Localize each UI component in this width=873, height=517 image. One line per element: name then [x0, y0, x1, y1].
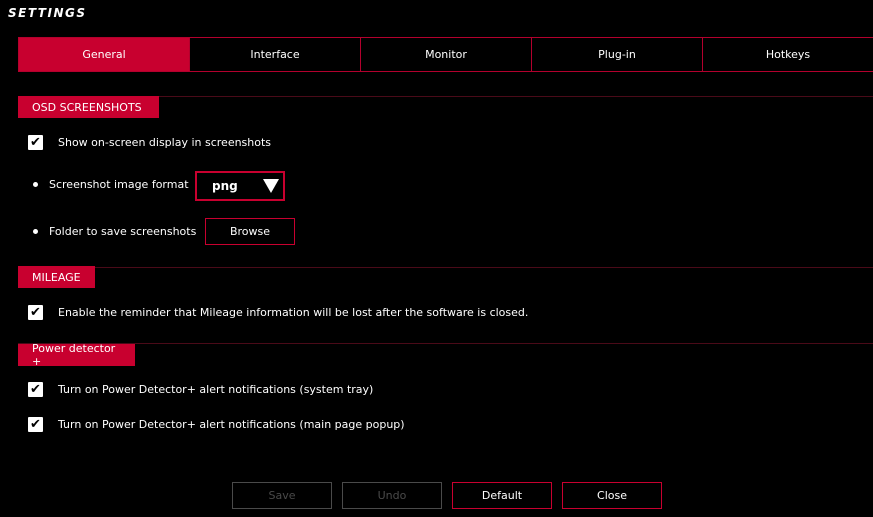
default-button[interactable]: Default [452, 482, 552, 509]
undo-button[interactable]: Undo [342, 482, 442, 509]
section-header-power: Power detector + [18, 342, 135, 368]
bullet-icon [33, 229, 38, 234]
dropdown-arrow-icon [263, 179, 279, 193]
checkmark-icon: ✔ [30, 135, 41, 150]
section-divider [18, 267, 873, 268]
folder-label: Folder to save screenshots [49, 225, 197, 238]
browse-button[interactable]: Browse [205, 218, 295, 245]
section-divider [18, 343, 873, 344]
checkmark-icon: ✔ [30, 417, 41, 432]
section-header-mileage: MILEAGE [18, 266, 95, 288]
format-label: Screenshot image format [49, 178, 189, 191]
checkmark-icon: ✔ [30, 305, 41, 320]
power-popup-checkbox[interactable]: ✔ [28, 417, 43, 432]
show-osd-checkbox[interactable]: ✔ [28, 135, 43, 150]
checkmark-icon: ✔ [30, 382, 41, 397]
tab-monitor[interactable]: Monitor [360, 37, 532, 72]
power-tray-checkbox[interactable]: ✔ [28, 382, 43, 397]
tab-interface[interactable]: Interface [189, 37, 361, 72]
image-format-select[interactable]: png [195, 171, 285, 201]
tab-bar: General Interface Monitor Plug-in Hotkey… [18, 37, 873, 72]
power-tray-row: ✔ Turn on Power Detector+ alert notifica… [28, 382, 373, 397]
window-title: SETTINGS [8, 6, 87, 20]
close-button[interactable]: Close [562, 482, 662, 509]
show-osd-row: ✔ Show on-screen display in screenshots [28, 135, 271, 150]
power-tray-label: Turn on Power Detector+ alert notificati… [58, 383, 374, 396]
mileage-reminder-label: Enable the reminder that Mileage informa… [58, 306, 529, 319]
tab-plug-in[interactable]: Plug-in [531, 37, 703, 72]
power-popup-row: ✔ Turn on Power Detector+ alert notifica… [28, 417, 405, 432]
bullet-icon [33, 182, 38, 187]
tab-hotkeys[interactable]: Hotkeys [702, 37, 873, 72]
image-format-value: png [212, 179, 238, 193]
save-button[interactable]: Save [232, 482, 332, 509]
show-osd-label: Show on-screen display in screenshots [58, 136, 272, 149]
section-header-osd: OSD SCREENSHOTS [18, 96, 159, 118]
power-popup-label: Turn on Power Detector+ alert notificati… [58, 418, 405, 431]
mileage-reminder-row: ✔ Enable the reminder that Mileage infor… [28, 305, 528, 320]
tab-general[interactable]: General [18, 37, 190, 72]
folder-row: Folder to save screenshots [33, 225, 196, 238]
mileage-reminder-checkbox[interactable]: ✔ [28, 305, 43, 320]
format-row: Screenshot image format [33, 178, 189, 191]
